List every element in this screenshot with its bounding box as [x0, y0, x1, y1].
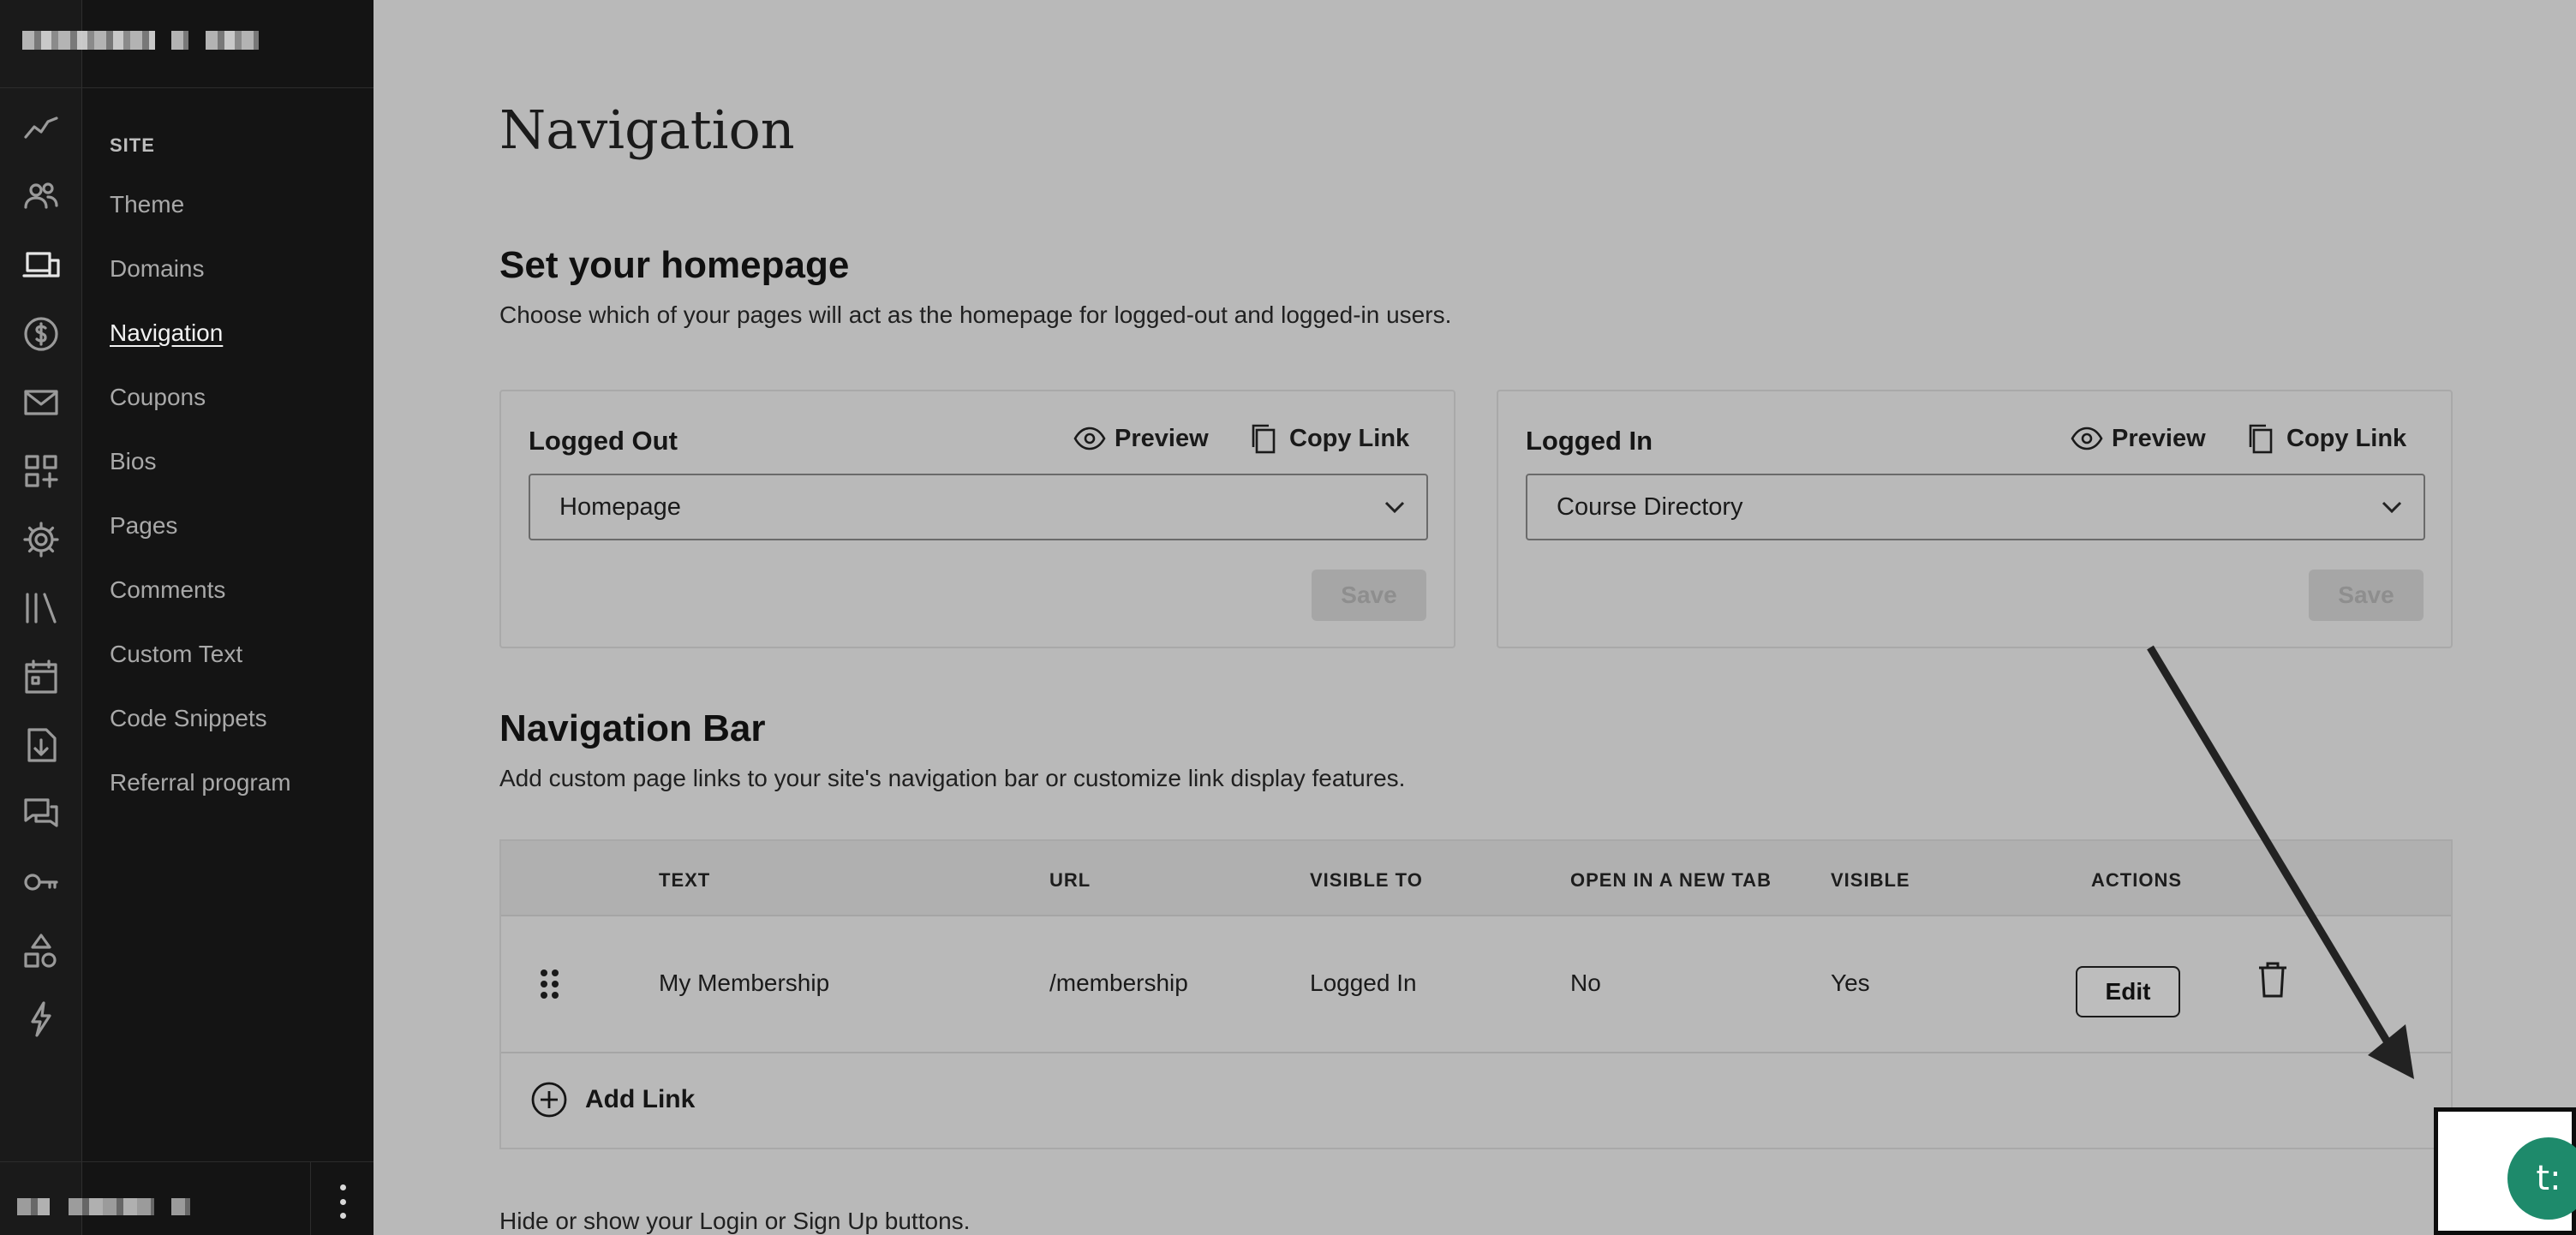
- homepage-heading: Set your homepage: [499, 244, 850, 286]
- navbar-heading: Navigation Bar: [499, 707, 766, 749]
- column-text: TEXT: [659, 869, 711, 891]
- key-icon[interactable]: [0, 848, 82, 916]
- cell-url: /membership: [1049, 970, 1188, 996]
- cell-visible: Yes: [1831, 970, 1870, 996]
- sidebar-item-theme[interactable]: Theme: [110, 184, 291, 248]
- sidebar-item-pages[interactable]: Pages: [110, 505, 291, 570]
- logged-in-homepage-select[interactable]: Course Directory: [1526, 474, 2425, 540]
- copy-icon: [2249, 424, 2273, 454]
- sidebar-item-domains[interactable]: Domains: [110, 248, 291, 313]
- homepage-description: Choose which of your pages will act as t…: [499, 301, 1452, 328]
- sidebar-item-code-snippets[interactable]: Code Snippets: [110, 698, 291, 762]
- login-buttons-description: Hide or show your Login or Sign Up butto…: [499, 1208, 971, 1234]
- shapes-icon[interactable]: [0, 916, 82, 985]
- table-row: My Membership /membership Logged In No Y…: [501, 916, 2451, 1053]
- main-content: Navigation Set your homepage Choose whic…: [374, 0, 2576, 1235]
- column-visible: VISIBLE: [1831, 869, 1910, 891]
- site-nav-list: Theme Domains Navigation Coupons Bios Pa…: [110, 184, 291, 826]
- plus-circle-icon: [531, 1082, 567, 1118]
- sidebar-item-referral-program[interactable]: Referral program: [110, 762, 291, 826]
- select-value: Homepage: [559, 492, 681, 521]
- logged-out-save-button[interactable]: Save: [1312, 570, 1426, 621]
- sidebar-footer: [0, 1161, 374, 1235]
- logged-in-label: Logged In: [1526, 426, 1653, 456]
- download-file-icon[interactable]: [0, 711, 82, 779]
- gear-icon[interactable]: [0, 505, 82, 574]
- edit-link-button[interactable]: Edit: [2076, 966, 2180, 1017]
- page-title: Navigation: [499, 98, 795, 161]
- add-link-button[interactable]: Add Link: [530, 1081, 695, 1119]
- account-name: [17, 1198, 50, 1215]
- column-visible-to: VISIBLE TO: [1310, 869, 1423, 891]
- logged-out-homepage-select[interactable]: Homepage: [529, 474, 1428, 540]
- copy-link-label: Copy Link: [2286, 424, 2407, 452]
- cell-visible-to: Logged In: [1310, 970, 1417, 996]
- analytics-icon[interactable]: [0, 94, 82, 163]
- table-header: TEXT URL VISIBLE TO OPEN IN A NEW TAB VI…: [501, 841, 2451, 916]
- drag-handle-icon[interactable]: [541, 970, 559, 999]
- add-link-label: Add Link: [585, 1085, 696, 1113]
- cell-text: My Membership: [659, 970, 830, 996]
- column-actions: ACTIONS: [2091, 869, 2182, 891]
- nav-links-table: TEXT URL VISIBLE TO OPEN IN A NEW TAB VI…: [499, 839, 2453, 1149]
- logged-out-label: Logged Out: [529, 426, 678, 456]
- calendar-icon[interactable]: [0, 642, 82, 711]
- eye-icon: [1073, 427, 1106, 450]
- select-value: Course Directory: [1557, 492, 1743, 521]
- dollar-icon[interactable]: [0, 300, 82, 368]
- sidebar-item-coupons[interactable]: Coupons: [110, 377, 291, 441]
- column-url: URL: [1049, 869, 1091, 891]
- school-brand[interactable]: [0, 0, 374, 88]
- navbar-description: Add custom page links to your site's nav…: [499, 765, 1406, 791]
- apps-add-icon[interactable]: [0, 437, 82, 505]
- lightning-icon[interactable]: [0, 985, 82, 1053]
- mail-icon[interactable]: [0, 368, 82, 437]
- copy-link-label: Copy Link: [1289, 424, 1410, 452]
- logged-out-card: Logged Out Preview Copy Link Homepage Sa…: [499, 390, 1455, 648]
- sidebar-section-label: SITE: [110, 134, 155, 156]
- sidebar-item-navigation[interactable]: Navigation: [110, 313, 291, 377]
- devices-icon[interactable]: [0, 231, 82, 300]
- sidebar-item-bios[interactable]: Bios: [110, 441, 291, 505]
- column-open-new-tab: OPEN IN A NEW TAB: [1570, 869, 1772, 891]
- sidebar-item-custom-text[interactable]: Custom Text: [110, 634, 291, 698]
- copy-icon: [1252, 424, 1276, 454]
- logged-in-copy-link-button[interactable]: Copy Link: [2245, 422, 2406, 455]
- chevron-down-icon: [1384, 501, 1405, 514]
- cell-new-tab: No: [1570, 970, 1601, 996]
- chat-label: t:: [2536, 1159, 2561, 1198]
- logged-out-preview-button[interactable]: Preview: [1073, 422, 1209, 455]
- more-options-icon[interactable]: [332, 1184, 353, 1219]
- users-icon[interactable]: [0, 163, 82, 231]
- preview-label: Preview: [1115, 424, 1209, 452]
- chat-icon[interactable]: [0, 779, 82, 848]
- logged-out-copy-link-button[interactable]: Copy Link: [1248, 422, 1409, 455]
- icon-rail: [0, 0, 82, 1235]
- logged-in-save-button[interactable]: Save: [2309, 570, 2424, 621]
- logged-in-card: Logged In Preview Copy Link Course Direc…: [1497, 390, 2453, 648]
- logged-in-preview-button[interactable]: Preview: [2071, 422, 2206, 455]
- preview-label: Preview: [2112, 424, 2206, 452]
- chevron-down-icon: [2382, 501, 2402, 514]
- library-icon[interactable]: [0, 574, 82, 642]
- sidebar-item-comments[interactable]: Comments: [110, 570, 291, 634]
- eye-icon: [2071, 427, 2103, 450]
- trash-icon[interactable]: [2256, 961, 2290, 999]
